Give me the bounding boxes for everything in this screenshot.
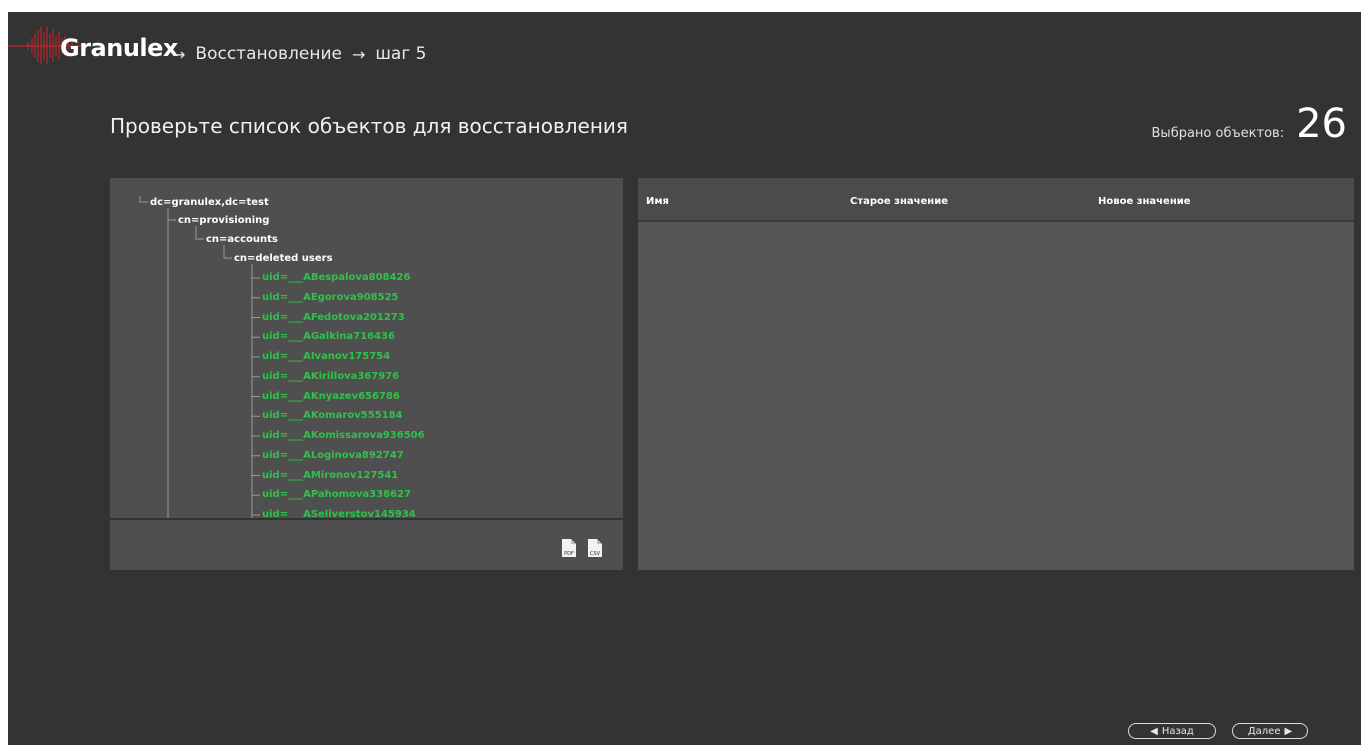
tree-leaf-item[interactable]: uid=___AFedotova201273 bbox=[262, 312, 405, 323]
page-title: Проверьте список объектов для восстановл… bbox=[110, 114, 628, 138]
tree-footer-toolbar: PDF CSV bbox=[110, 520, 623, 570]
next-button[interactable]: Далее ▶ bbox=[1232, 723, 1308, 739]
tree-connector-lines bbox=[139, 196, 260, 518]
tree-leaf-item[interactable]: uid=___AKirillova367976 bbox=[262, 371, 399, 382]
arrow-right-icon: → bbox=[172, 44, 186, 64]
selected-count-label: Выбрано объектов: bbox=[1151, 126, 1285, 141]
tree-leaf-item[interactable]: uid=___AIvanov175754 bbox=[262, 351, 390, 362]
tree-leaf-item[interactable]: uid=___AKomarov555184 bbox=[262, 410, 403, 421]
tree-leaf-item[interactable]: uid=___ASeliverstov145934 bbox=[262, 509, 416, 518]
export-pdf-icon[interactable]: PDF bbox=[560, 538, 578, 558]
export-csv-icon[interactable]: CSV bbox=[586, 538, 604, 558]
tree-leaf-item[interactable]: uid=___AKnyazev656786 bbox=[262, 391, 400, 402]
attributes-table: Имя Старое значение Новое значение bbox=[638, 178, 1354, 570]
back-button-label: Назад bbox=[1161, 725, 1194, 737]
tree-leaf-item[interactable]: uid=___ALoginova892747 bbox=[262, 450, 404, 461]
arrow-right-icon: → bbox=[351, 44, 366, 64]
tree-leaf-item[interactable]: uid=___AGalkina716436 bbox=[262, 331, 395, 342]
triangle-right-icon: ▶ bbox=[1284, 725, 1293, 737]
header: Granulex → Восстановление → шаг 5 bbox=[8, 12, 1361, 92]
breadcrumb-item-step: шаг 5 bbox=[375, 44, 427, 64]
tree-leaf-item[interactable]: uid=___AKomissarova936506 bbox=[262, 430, 425, 441]
column-header-new-value[interactable]: Новое значение bbox=[1098, 196, 1191, 207]
export-csv-label: CSV bbox=[590, 551, 601, 557]
tree-node-deleted-users[interactable]: cn=deleted users bbox=[234, 253, 333, 264]
next-button-label: Далее bbox=[1247, 725, 1281, 737]
app-window: Granulex → Восстановление → шаг 5 Провер… bbox=[8, 12, 1361, 745]
selected-objects-counter: Выбрано объектов: 26 bbox=[1152, 104, 1347, 144]
column-header-name[interactable]: Имя bbox=[646, 196, 669, 207]
tree-leaf-item[interactable]: uid=___AMironov127541 bbox=[262, 470, 398, 481]
table-header: Имя Старое значение Новое значение bbox=[638, 178, 1354, 222]
brand-logo: Granulex bbox=[60, 34, 178, 62]
tree-leaf-item[interactable]: uid=___AEgorova908525 bbox=[262, 292, 399, 303]
selected-count-value: 26 bbox=[1296, 101, 1347, 147]
tree-leaf-item[interactable]: uid=___ABespalova808426 bbox=[262, 272, 410, 283]
object-tree-panel[interactable]: dc=granulex,dc=test cn=provisioning cn=a… bbox=[110, 178, 623, 518]
breadcrumb-item-restore: Восстановление bbox=[195, 44, 342, 64]
back-button[interactable]: ◀ Назад bbox=[1128, 723, 1216, 739]
triangle-left-icon: ◀ bbox=[1150, 725, 1158, 737]
breadcrumb: → Восстановление → шаг 5 bbox=[172, 44, 427, 64]
tree-node-root[interactable]: dc=granulex,dc=test bbox=[150, 197, 269, 208]
export-pdf-label: PDF bbox=[564, 551, 574, 557]
column-header-old-value[interactable]: Старое значение bbox=[850, 196, 948, 207]
tree-node-provisioning[interactable]: cn=provisioning bbox=[178, 215, 269, 226]
tree-node-accounts[interactable]: cn=accounts bbox=[206, 234, 278, 245]
tree-leaf-item[interactable]: uid=___APahomova338627 bbox=[262, 489, 411, 500]
